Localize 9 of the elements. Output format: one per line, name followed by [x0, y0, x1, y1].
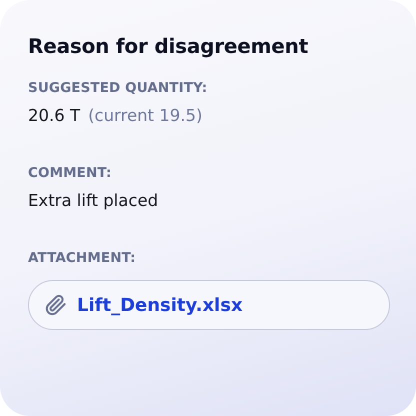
- field-label: ATTACHMENT:: [28, 250, 137, 266]
- quantity-value: 20.6 T: [28, 106, 80, 125]
- comment-text: Extra lift placed: [28, 191, 160, 210]
- field-label: COMMENT:: [28, 165, 112, 181]
- attachment-link[interactable]: Lift_Density.xlsx: [28, 280, 390, 330]
- paperclip-icon: [45, 294, 67, 316]
- field-label: SUGGESTED QUANTITY:: [28, 80, 208, 96]
- card-title: Reason for disagreement: [28, 34, 310, 58]
- current-quantity-note: (current 19.5): [88, 106, 202, 125]
